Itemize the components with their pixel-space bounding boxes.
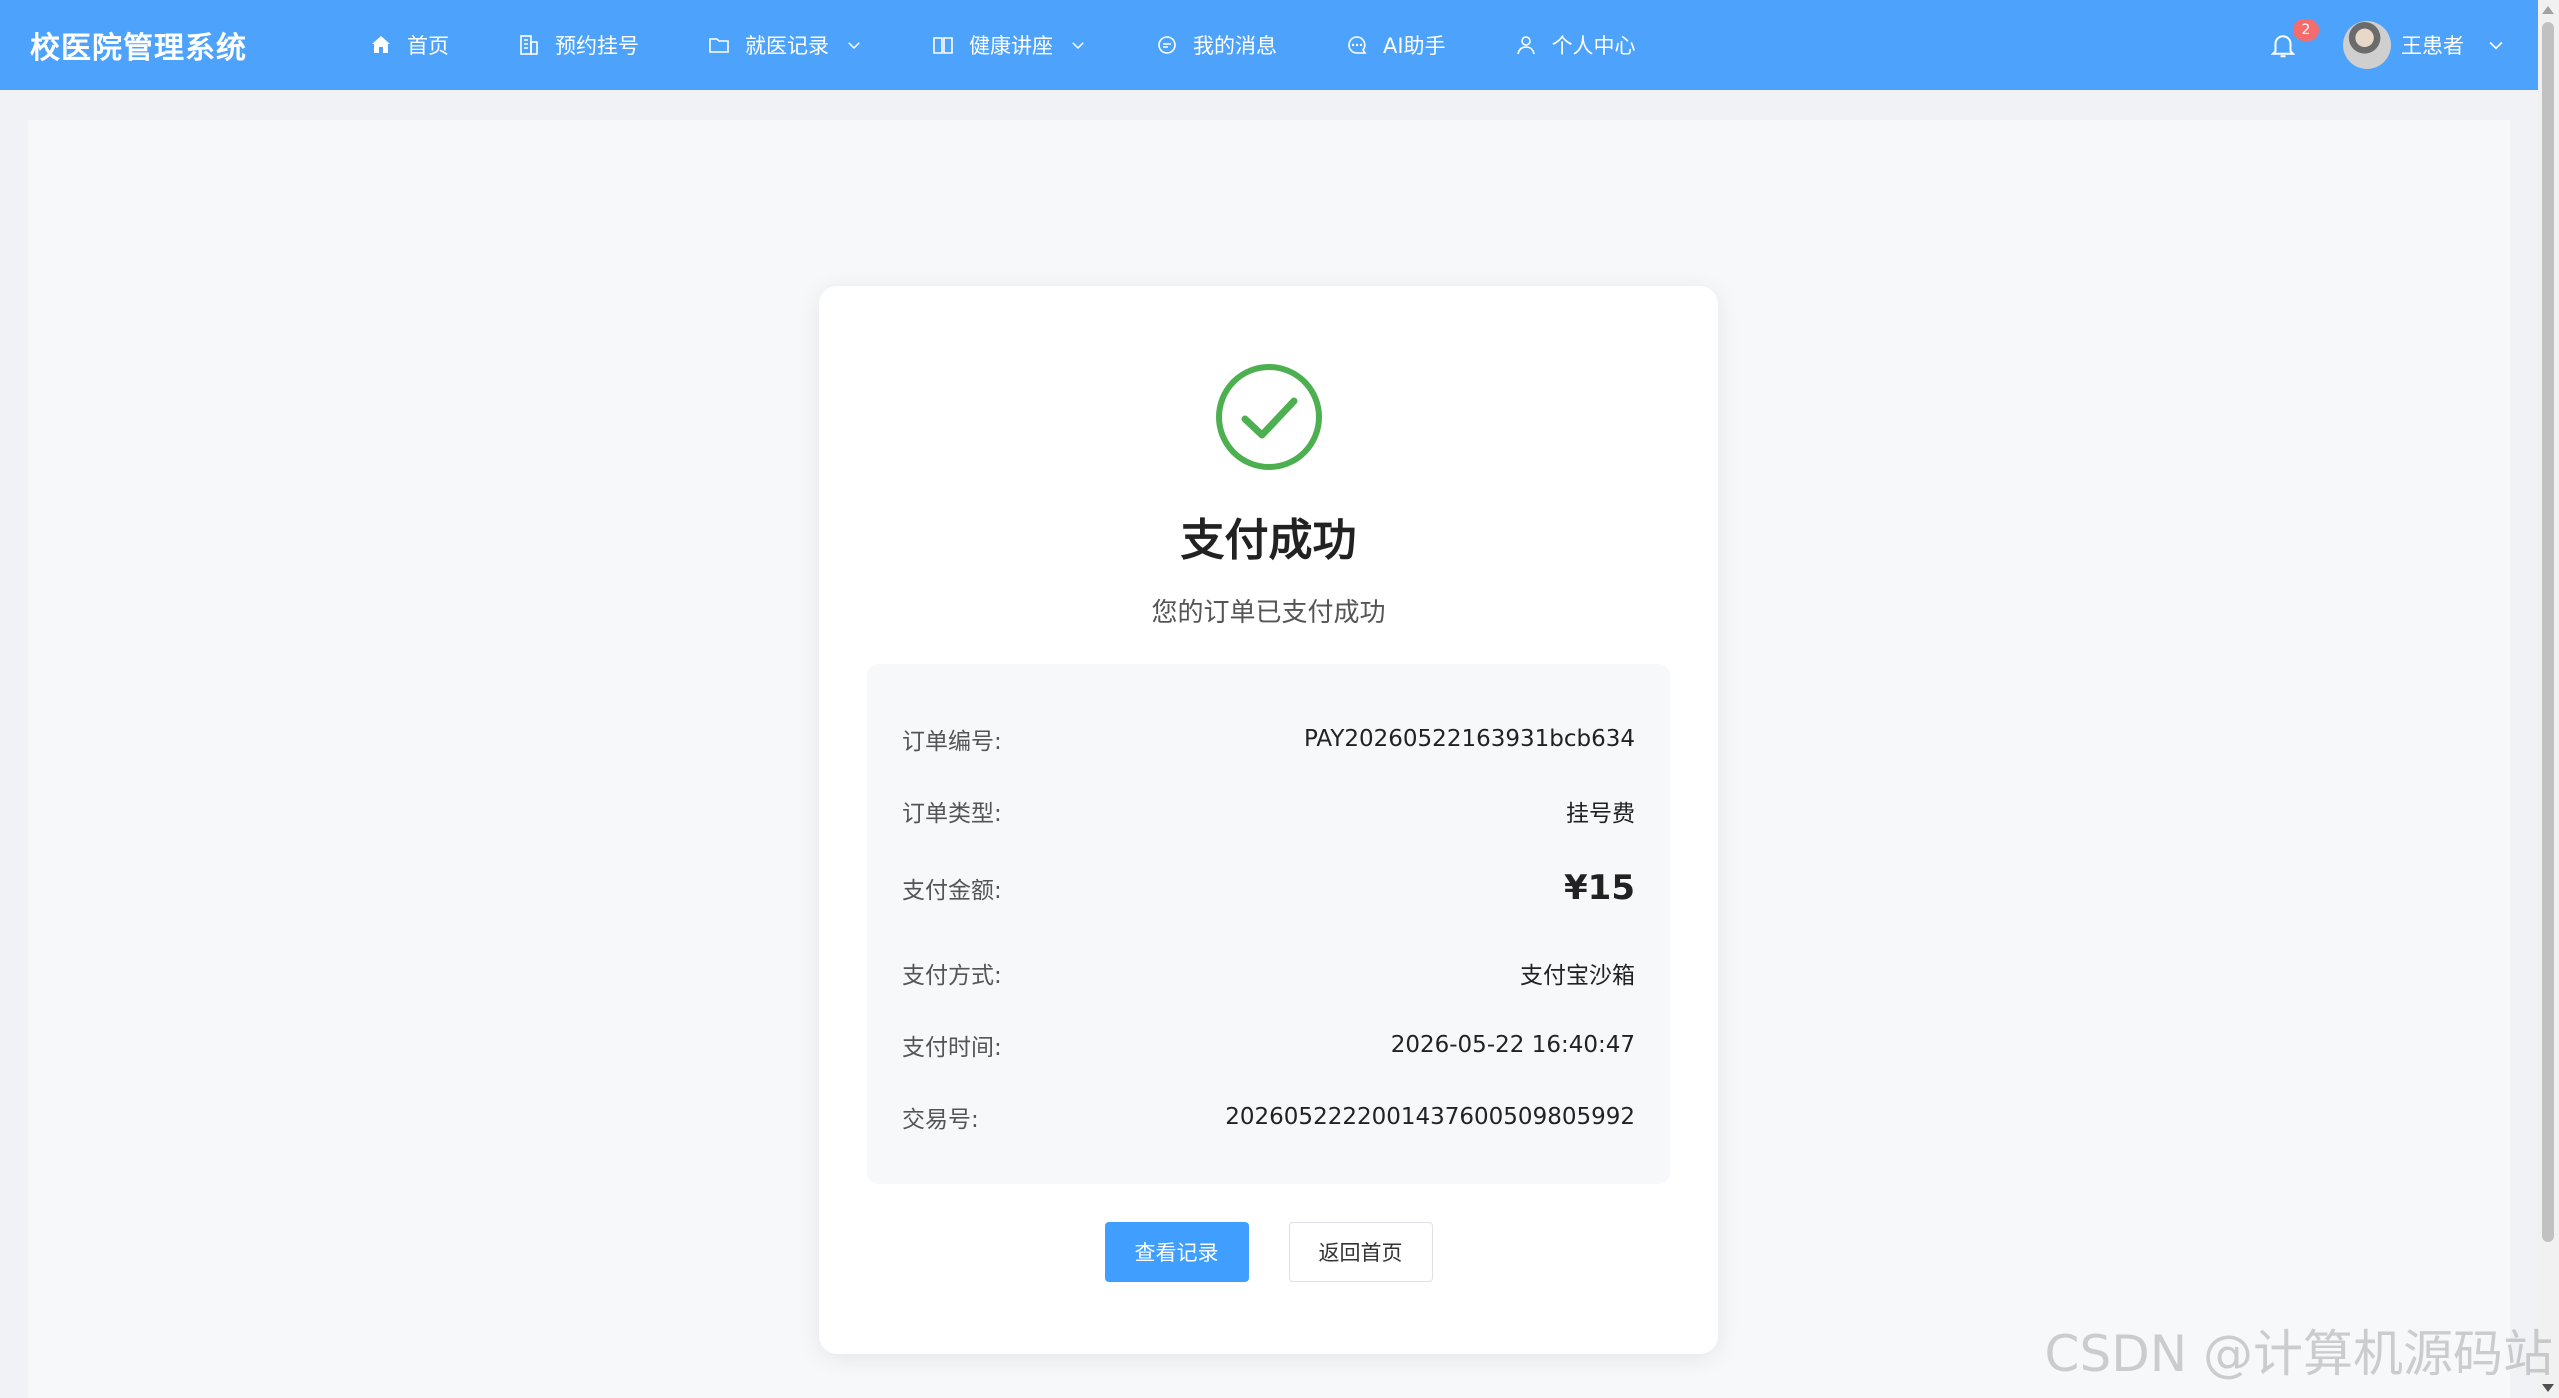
row-label: 支付金额: xyxy=(902,878,1002,904)
chevron-down-icon[interactable] xyxy=(2486,35,2506,55)
folder-icon xyxy=(709,38,729,53)
scroll-thumb[interactable] xyxy=(2542,22,2554,1242)
vertical-scrollbar[interactable] xyxy=(2538,0,2559,1398)
notification-badge: 2 xyxy=(2293,19,2319,41)
nav-item-messages[interactable]: 我的消息 xyxy=(1121,0,1311,90)
payment-amount: ¥15 xyxy=(1564,868,1635,908)
result-title: 支付成功 xyxy=(1180,515,1357,566)
nav-label: 预约挂号 xyxy=(555,34,639,58)
order-row-time: 支付时间: 2026-05-22 16:40:47 xyxy=(902,1028,1635,1062)
result-subtitle: 您的订单已支付成功 xyxy=(1151,598,1386,628)
nav-item-lectures[interactable]: 健康讲座 xyxy=(897,0,1121,90)
chevron-down-icon xyxy=(848,42,860,50)
action-buttons: 查看记录 返回首页 xyxy=(819,1222,1718,1282)
user-name[interactable]: 王患者 xyxy=(2401,30,2464,60)
order-row-method: 支付方式: 支付宝沙箱 xyxy=(902,956,1635,990)
nav-item-appointment[interactable]: 预约挂号 xyxy=(483,0,673,90)
chat-icon xyxy=(1158,36,1176,54)
success-check-icon xyxy=(1216,364,1322,470)
notification-button[interactable]: 2 xyxy=(2263,19,2319,65)
order-row-id: 订单编号: PAY20260522163931bcb634 xyxy=(902,722,1635,756)
nav-label: 就医记录 xyxy=(745,34,829,58)
order-row-transaction: 交易号: 2026052222001437600509805992 xyxy=(902,1100,1635,1134)
row-value: 2026052222001437600509805992 xyxy=(1225,1104,1635,1130)
row-label: 订单编号: xyxy=(902,729,1002,755)
nav-label: 健康讲座 xyxy=(969,34,1053,58)
watermark: CSDN @计算机源码站 xyxy=(2044,1325,2553,1383)
top-navbar: 校医院管理系统 首页 预约挂号 就医记录 健康讲座 我的消息 AI助手 个人中心… xyxy=(0,0,2538,90)
avatar[interactable] xyxy=(2343,21,2391,69)
row-label: 订单类型: xyxy=(902,801,1002,827)
row-value: 挂号费 xyxy=(1566,801,1635,827)
scroll-up-arrow[interactable] xyxy=(2542,6,2554,14)
order-details: 订单编号: PAY20260522163931bcb634 订单类型: 挂号费 … xyxy=(867,664,1670,1184)
row-label: 支付时间: xyxy=(902,1035,1002,1061)
main-nav: 首页 预约挂号 就医记录 健康讲座 我的消息 AI助手 个人中心 xyxy=(335,0,1670,90)
header-right: 2 王患者 xyxy=(2263,0,2538,90)
order-row-type: 订单类型: 挂号费 xyxy=(902,794,1635,828)
nav-label: 首页 xyxy=(407,34,449,58)
nav-label: 我的消息 xyxy=(1193,34,1277,58)
row-label: 交易号: xyxy=(902,1107,979,1133)
row-value: 2026-05-22 16:40:47 xyxy=(1390,1032,1635,1058)
payment-result-card: 支付成功 您的订单已支付成功 订单编号: PAY20260522163931bc… xyxy=(819,286,1718,1354)
row-value: PAY20260522163931bcb634 xyxy=(1303,726,1635,752)
nav-item-ai-assistant[interactable]: AI助手 xyxy=(1311,0,1480,90)
back-home-button[interactable]: 返回首页 xyxy=(1288,1222,1433,1282)
user-icon xyxy=(1516,36,1535,55)
nav-item-profile[interactable]: 个人中心 xyxy=(1480,0,1670,90)
row-value: 支付宝沙箱 xyxy=(1520,963,1635,989)
order-row-amount: 支付金额: ¥15 xyxy=(902,868,1635,908)
page: 校医院管理系统 首页 预约挂号 就医记录 健康讲座 我的消息 AI助手 个人中心… xyxy=(0,0,2559,1398)
chat-dots-icon xyxy=(1348,36,1367,54)
book-icon xyxy=(933,37,953,54)
building-icon xyxy=(520,35,538,55)
row-label: 支付方式: xyxy=(902,963,1002,989)
nav-item-records[interactable]: 就医记录 xyxy=(673,0,897,90)
home-icon xyxy=(372,36,390,53)
brand-title: 校医院管理系统 xyxy=(30,31,247,66)
nav-label: AI助手 xyxy=(1383,34,1446,58)
view-records-button[interactable]: 查看记录 xyxy=(1104,1222,1249,1282)
chevron-down-icon xyxy=(1072,42,1084,50)
nav-label: 个人中心 xyxy=(1551,34,1636,58)
nav-item-home[interactable]: 首页 xyxy=(335,0,483,90)
